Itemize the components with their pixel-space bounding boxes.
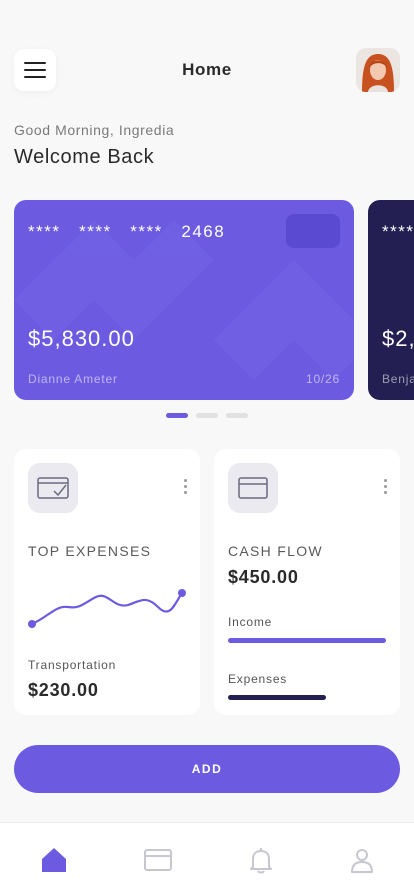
credit-card-secondary[interactable]: **** $2, Benja bbox=[368, 200, 414, 400]
wallet-check-icon bbox=[28, 463, 78, 513]
credit-card-icon bbox=[228, 463, 278, 513]
income-bar bbox=[228, 638, 386, 643]
cash-flow-amount: $450.00 bbox=[228, 567, 299, 587]
page-title: Home bbox=[182, 60, 232, 79]
card-holder-name: Benja bbox=[382, 372, 414, 386]
credit-card-primary[interactable]: **** **** **** 2468 $5,830.00 Dianne Ame… bbox=[14, 200, 354, 400]
bell-icon[interactable] bbox=[246, 845, 276, 875]
card-holder-name: Dianne Ameter bbox=[28, 372, 118, 386]
card-number: **** **** **** 2468 bbox=[28, 222, 226, 241]
cash-flow-label: CASH FLOW bbox=[228, 543, 323, 559]
user-avatar[interactable] bbox=[356, 48, 400, 92]
user-icon[interactable] bbox=[347, 845, 377, 875]
header: Home bbox=[0, 48, 414, 92]
expenses-bar bbox=[228, 695, 326, 700]
bottom-tab-bar bbox=[0, 822, 414, 896]
expense-category: Transportation bbox=[28, 658, 117, 672]
avatar-portrait bbox=[356, 48, 400, 92]
top-expenses-label: TOP EXPENSES bbox=[28, 543, 152, 559]
card-balance: $2, bbox=[382, 326, 414, 351]
card-chip bbox=[286, 214, 340, 248]
greeting-text: Good Morning, Ingredia bbox=[14, 122, 175, 138]
card-expiry: 10/26 bbox=[305, 372, 340, 386]
expenses-label: Expenses bbox=[228, 672, 288, 686]
more-options-icon[interactable] bbox=[384, 479, 388, 497]
welcome-heading: Welcome Back bbox=[14, 146, 155, 168]
expenses-trend-line bbox=[28, 589, 186, 628]
more-options-icon[interactable] bbox=[184, 479, 188, 497]
carousel-dot-active[interactable] bbox=[166, 413, 188, 418]
card-number: **** bbox=[382, 222, 414, 241]
add-button[interactable]: ADD bbox=[14, 745, 400, 793]
income-label: Income bbox=[228, 615, 273, 629]
carousel-dot[interactable] bbox=[226, 413, 248, 418]
card-icon[interactable] bbox=[143, 845, 173, 875]
top-expenses-panel[interactable]: TOP EXPENSES Transportation $230.00 bbox=[14, 449, 200, 715]
expense-amount: $230.00 bbox=[28, 680, 99, 700]
carousel-dot[interactable] bbox=[196, 413, 218, 418]
home-icon[interactable] bbox=[39, 845, 69, 875]
card-balance: $5,830.00 bbox=[28, 326, 135, 351]
cash-flow-panel[interactable]: CASH FLOW $450.00 Income Expenses bbox=[214, 449, 400, 715]
